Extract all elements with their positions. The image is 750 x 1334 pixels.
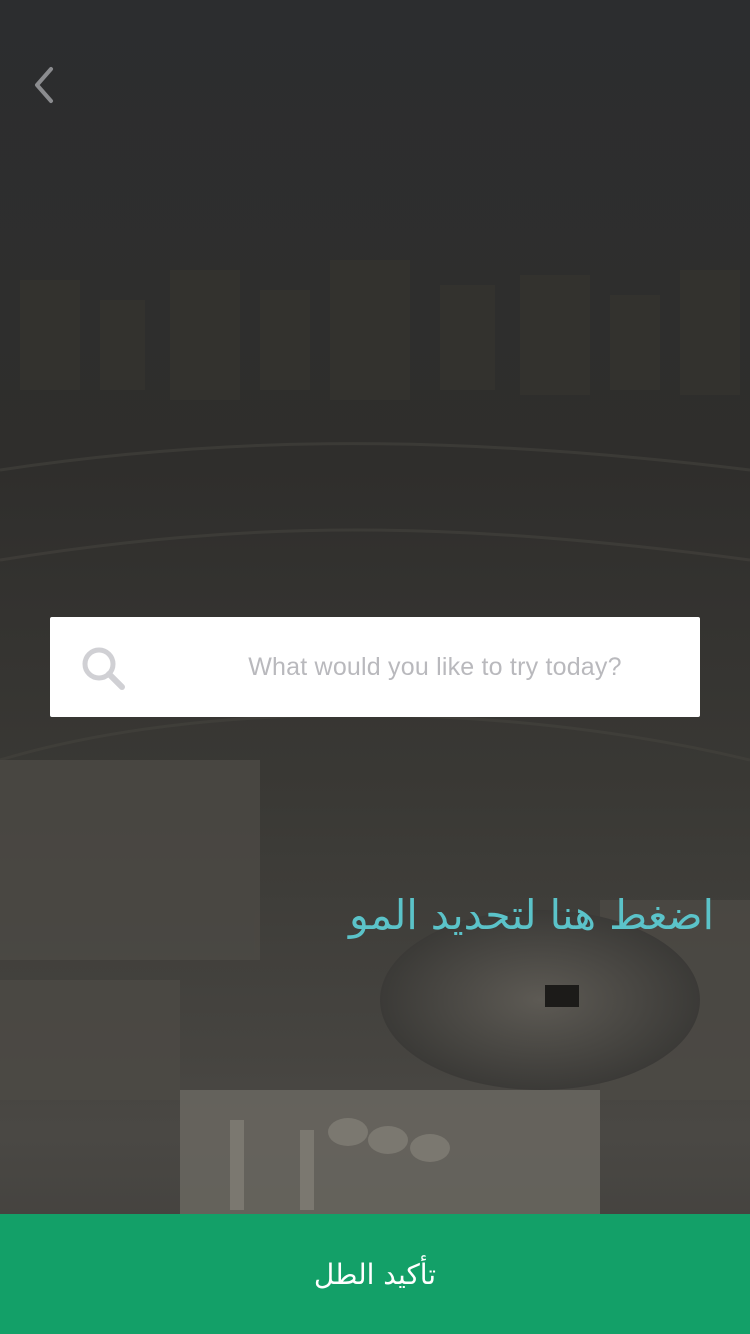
confirm-order-button[interactable]: تأكيد الطل (0, 1214, 750, 1334)
search-bar[interactable] (50, 617, 700, 717)
screen: اضغط هنا لتحديد المو تأكيد الطل (0, 0, 750, 1334)
confirm-order-label: تأكيد الطل (313, 1257, 437, 1291)
select-location-link[interactable]: اضغط هنا لتحديد المو (349, 880, 714, 950)
chevron-left-icon (35, 67, 53, 103)
back-button[interactable] (18, 58, 68, 112)
search-input[interactable] (190, 617, 680, 717)
search-icon (80, 645, 128, 693)
